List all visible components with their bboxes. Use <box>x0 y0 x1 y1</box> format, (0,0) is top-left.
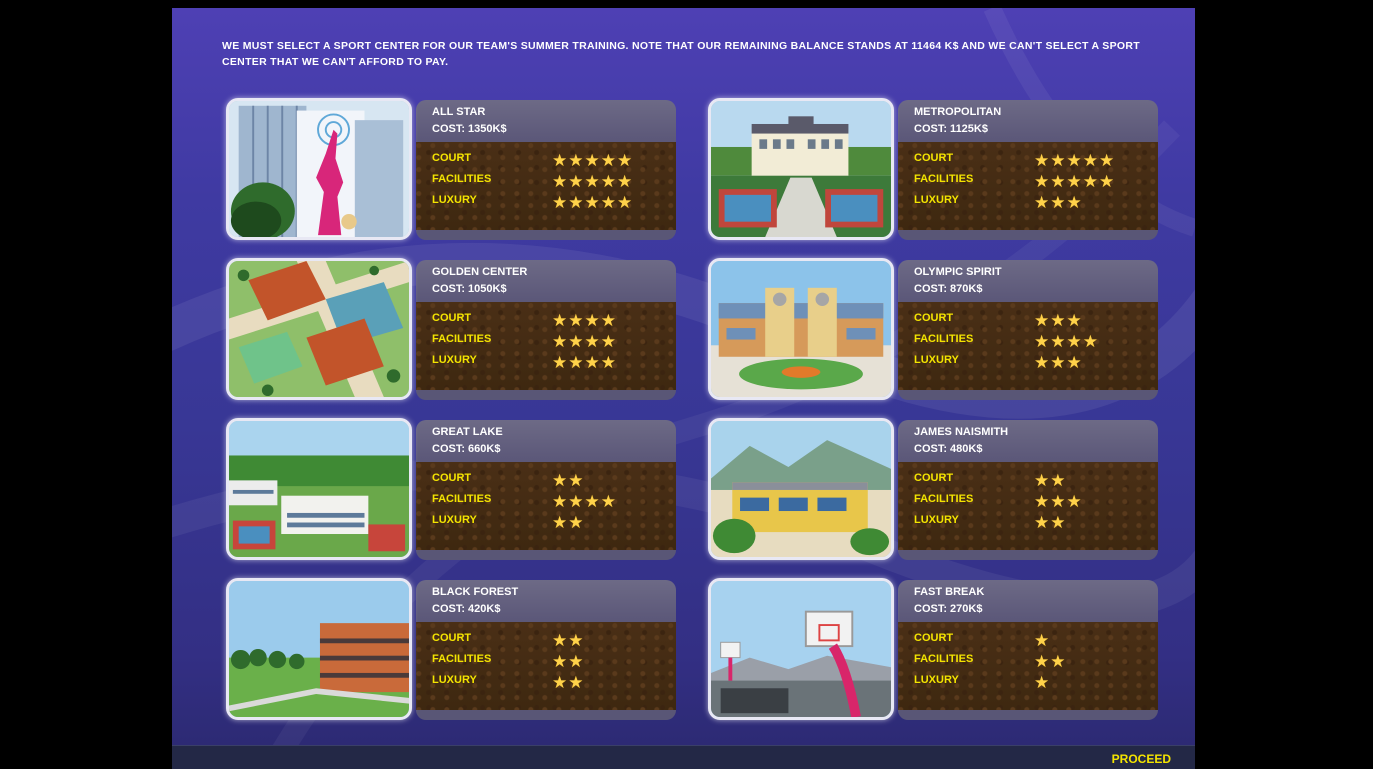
court-label: COURT <box>432 472 472 484</box>
court-stars: ★★★★ <box>552 311 617 330</box>
luxury-stars: ★★ <box>552 513 585 532</box>
center-thumbnail-image[interactable] <box>708 418 894 560</box>
center-name: GREAT LAKE <box>432 426 503 438</box>
facilities-stars: ★★★ <box>1034 492 1083 511</box>
center-info-panel: BLACK FOREST COST: 420K$ COURT FACILITIE… <box>416 580 676 720</box>
luxury-label: LUXURY <box>914 354 959 366</box>
facilities-label: FACILITIES <box>914 333 974 345</box>
center-info-panel: ALL STAR COST: 1350K$ COURT FACILITIES L… <box>416 100 676 240</box>
center-cost: COST: 270K$ <box>914 603 983 615</box>
center-thumbnail-image[interactable] <box>226 578 412 720</box>
center-card-metropolitan[interactable]: METROPOLITAN COST: 1125K$ COURT FACILITI… <box>708 98 1160 246</box>
luxury-stars: ★★★★ <box>552 353 617 372</box>
court-label: COURT <box>432 312 472 324</box>
court-label: COURT <box>914 632 954 644</box>
facilities-stars: ★★★★ <box>552 492 617 511</box>
center-name: JAMES NAISMITH <box>914 426 1009 438</box>
center-card-fast-break[interactable]: FAST BREAK COST: 270K$ COURT FACILITIES … <box>708 578 1160 726</box>
center-name: OLYMPIC SPIRIT <box>914 266 1002 278</box>
center-thumbnail-image[interactable] <box>226 98 412 240</box>
luxury-stars: ★★★★★ <box>552 193 634 212</box>
luxury-stars: ★★★ <box>1034 353 1083 372</box>
court-label: COURT <box>914 472 954 484</box>
luxury-label: LUXURY <box>432 194 477 206</box>
center-cost: COST: 660K$ <box>432 443 501 455</box>
court-stars: ★★ <box>552 471 585 490</box>
center-card-black-forest[interactable]: BLACK FOREST COST: 420K$ COURT FACILITIE… <box>226 578 678 726</box>
luxury-label: LUXURY <box>914 674 959 686</box>
center-cost: COST: 1050K$ <box>432 283 507 295</box>
center-name: METROPOLITAN <box>914 106 1002 118</box>
facilities-label: FACILITIES <box>914 173 974 185</box>
facilities-stars: ★★★★ <box>1034 332 1099 351</box>
luxury-label: LUXURY <box>432 354 477 366</box>
facilities-label: FACILITIES <box>432 653 492 665</box>
center-cost: COST: 870K$ <box>914 283 983 295</box>
facilities-stars: ★★ <box>1034 652 1067 671</box>
court-stars: ★★★ <box>1034 311 1083 330</box>
center-card-james-naismith[interactable]: JAMES NAISMITH COST: 480K$ COURT FACILIT… <box>708 418 1160 566</box>
center-cost: COST: 480K$ <box>914 443 983 455</box>
luxury-stars: ★★★ <box>1034 193 1083 212</box>
facilities-label: FACILITIES <box>432 493 492 505</box>
facilities-stars: ★★ <box>552 652 585 671</box>
center-thumbnail-image[interactable] <box>708 578 894 720</box>
court-stars: ★★ <box>552 631 585 650</box>
facilities-label: FACILITIES <box>914 653 974 665</box>
bottom-bar: PROCEED <box>172 745 1195 769</box>
center-card-great-lake[interactable]: GREAT LAKE COST: 660K$ COURT FACILITIES … <box>226 418 678 566</box>
facilities-label: FACILITIES <box>432 333 492 345</box>
center-info-panel: METROPOLITAN COST: 1125K$ COURT FACILITI… <box>898 100 1158 240</box>
center-thumbnail-image[interactable] <box>708 258 894 400</box>
center-card-all-star[interactable]: ALL STAR COST: 1350K$ COURT FACILITIES L… <box>226 98 678 246</box>
center-name: ALL STAR <box>432 106 486 118</box>
center-card-olympic-spirit[interactable]: OLYMPIC SPIRIT COST: 870K$ COURT FACILIT… <box>708 258 1160 406</box>
court-stars: ★ <box>1034 631 1051 650</box>
center-info-panel: GREAT LAKE COST: 660K$ COURT FACILITIES … <box>416 420 676 560</box>
court-label: COURT <box>914 312 954 324</box>
center-name: FAST BREAK <box>914 586 985 598</box>
facilities-label: FACILITIES <box>432 173 492 185</box>
luxury-label: LUXURY <box>432 514 477 526</box>
center-thumbnail-image[interactable] <box>226 418 412 560</box>
intro-message: WE MUST SELECT A SPORT CENTER FOR OUR TE… <box>222 40 1140 68</box>
center-info-panel: FAST BREAK COST: 270K$ COURT FACILITIES … <box>898 580 1158 720</box>
court-label: COURT <box>432 632 472 644</box>
facilities-stars: ★★★★★ <box>1034 172 1116 191</box>
facilities-stars: ★★★★ <box>552 332 617 351</box>
center-info-panel: GOLDEN CENTER COST: 1050K$ COURT FACILIT… <box>416 260 676 400</box>
court-stars: ★★★★★ <box>1034 151 1116 170</box>
center-thumbnail-image[interactable] <box>708 98 894 240</box>
sport-center-selection-screen: WE MUST SELECT A SPORT CENTER FOR OUR TE… <box>172 8 1195 769</box>
luxury-stars: ★ <box>1034 673 1051 692</box>
proceed-button[interactable]: PROCEED <box>1112 752 1171 766</box>
center-info-panel: JAMES NAISMITH COST: 480K$ COURT FACILIT… <box>898 420 1158 560</box>
luxury-stars: ★★ <box>1034 513 1067 532</box>
luxury-label: LUXURY <box>914 194 959 206</box>
court-label: COURT <box>432 152 472 164</box>
luxury-label: LUXURY <box>432 674 477 686</box>
center-cost: COST: 1125K$ <box>914 123 988 135</box>
facilities-stars: ★★★★★ <box>552 172 634 191</box>
court-stars: ★★ <box>1034 471 1067 490</box>
center-card-golden-center[interactable]: GOLDEN CENTER COST: 1050K$ COURT FACILIT… <box>226 258 678 406</box>
facilities-label: FACILITIES <box>914 493 974 505</box>
luxury-stars: ★★ <box>552 673 585 692</box>
center-cost: COST: 1350K$ <box>432 123 507 135</box>
center-thumbnail-image[interactable] <box>226 258 412 400</box>
luxury-label: LUXURY <box>914 514 959 526</box>
court-label: COURT <box>914 152 954 164</box>
center-cost: COST: 420K$ <box>432 603 501 615</box>
center-info-panel: OLYMPIC SPIRIT COST: 870K$ COURT FACILIT… <box>898 260 1158 400</box>
center-name: GOLDEN CENTER <box>432 266 528 278</box>
center-name: BLACK FOREST <box>432 586 519 598</box>
court-stars: ★★★★★ <box>552 151 634 170</box>
